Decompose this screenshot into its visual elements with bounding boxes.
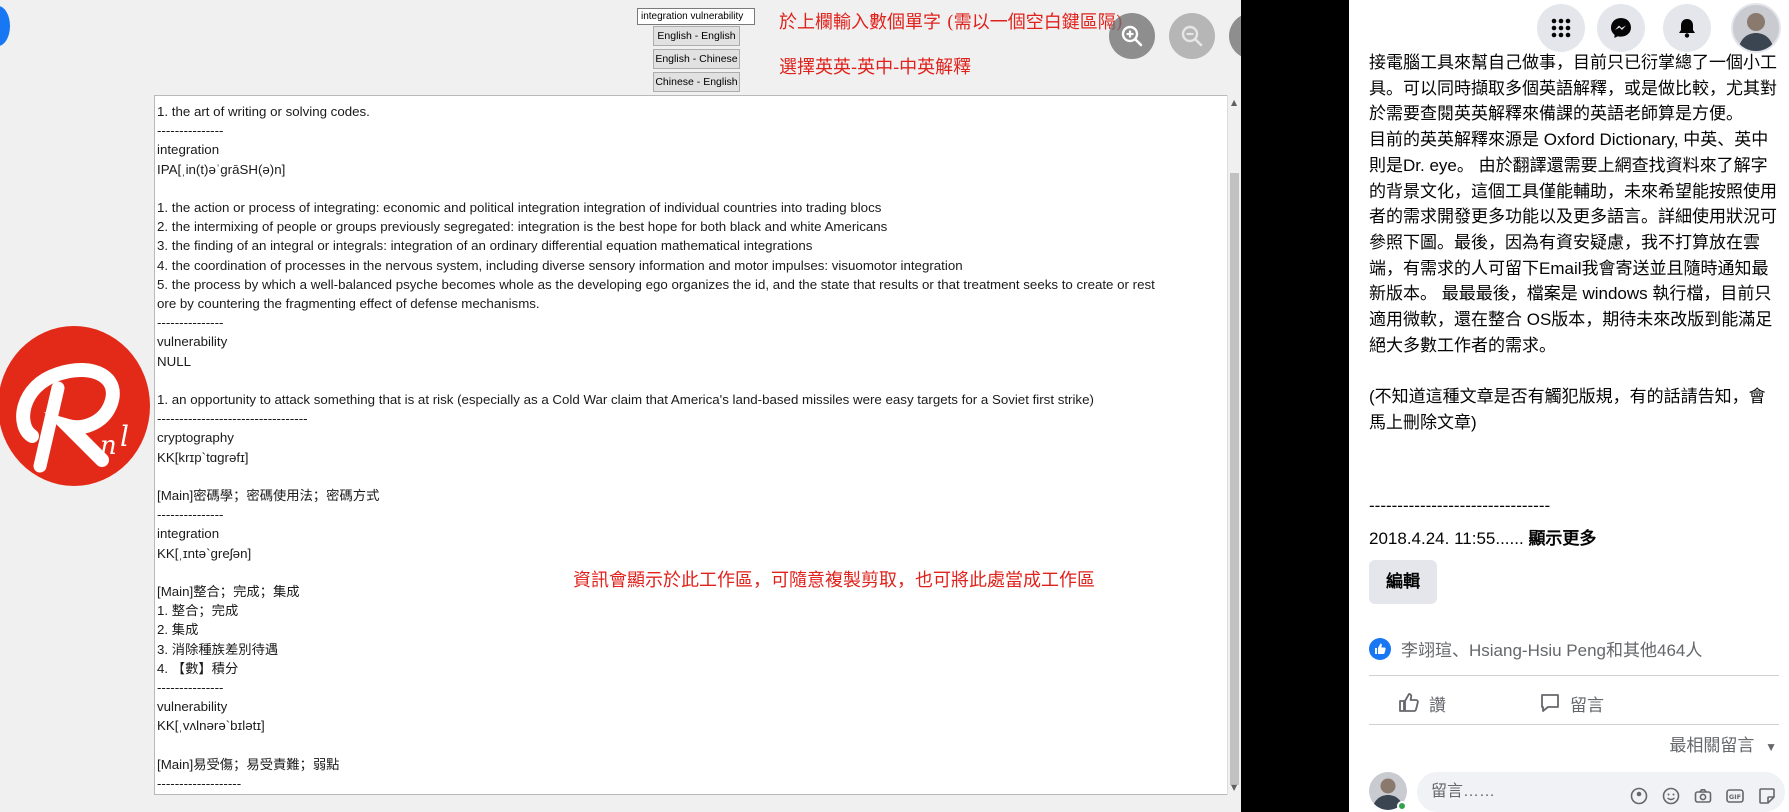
like-label: 讚 <box>1429 695 1446 715</box>
result-line: cryptography <box>157 430 234 446</box>
result-line: ------------------- <box>157 776 242 792</box>
result-line: IPA[ˌin(t)əˈɡrāSH(ə)n] <box>157 161 286 177</box>
result-line: 1. the action or process of integrating:… <box>157 200 882 215</box>
messenger-icon[interactable] <box>1597 4 1645 52</box>
result-line: [Main]易受傷；易受責難；弱點 <box>157 756 340 772</box>
result-line: 5. the process by which a well-balanced … <box>157 276 1155 292</box>
result-line: --------------- <box>157 507 224 523</box>
top-bar <box>1349 0 1789 54</box>
result-line: 4. 【數】積分 <box>157 660 239 676</box>
english-chinese-button: English - Chinese <box>653 49 740 69</box>
comment-placeholder: 留言…… <box>1431 783 1496 800</box>
likes-text: 李翊瑄、Hsiang-Hsiu Peng和其他464人 <box>1401 641 1703 660</box>
screenshot-image: integration vulnerability English - Engl… <box>0 0 1241 812</box>
result-line <box>157 179 1220 198</box>
post-date: 2018.4.24. 11:55...... 顯示更多 <box>1369 524 1596 549</box>
mode-instruction-note: 選擇英英-英中-中英解釋 <box>779 57 972 78</box>
input-instruction-note: 於上欄輸入數個單字 (需以一個空白鍵區隔) <box>779 12 1123 33</box>
post-paragraph-3: (不知道這種文章是否有觸犯版規，有的話請告知，會馬上刪除文章) <box>1369 387 1766 432</box>
notifications-bell-icon[interactable] <box>1663 4 1711 52</box>
photo-viewer: integration vulnerability English - Engl… <box>0 0 1241 812</box>
result-line <box>157 736 1220 755</box>
result-line <box>157 467 1220 486</box>
post-paragraph-2: 目前的英英解釋來源是 Oxford Dictionary, 中英、英中則是Dr.… <box>1369 130 1777 355</box>
zoom-out-icon[interactable] <box>1169 13 1215 59</box>
svg-text:l: l <box>120 420 129 453</box>
word-input: integration vulnerability <box>637 8 755 25</box>
result-line: ore by countering the fragmenting effect… <box>157 296 540 312</box>
profile-avatar[interactable] <box>1731 3 1781 53</box>
result-line: 1. the art of writing or solving codes. <box>157 104 370 119</box>
comment-button[interactable]: 留言 <box>1538 685 1604 721</box>
composer-icons: GIF <box>1629 782 1777 805</box>
result-line <box>157 371 1220 390</box>
online-status-dot <box>1397 801 1407 811</box>
english-english-button: English - English <box>653 26 740 46</box>
post-paragraph-1: 接電腦工具來幫自己做事，目前只已衍掌總了一個小工具。可以同時擷取多個英語解釋，或… <box>1369 53 1777 124</box>
rnl-logo: n l <box>0 326 150 486</box>
scroll-down-arrow-icon: ▼ <box>1231 783 1238 792</box>
result-line: NULL <box>157 353 191 369</box>
emoji-icon[interactable] <box>1661 782 1681 805</box>
divider-bottom <box>1369 724 1779 725</box>
result-lines: 1. the art of writing or solving codes. -… <box>157 102 1220 793</box>
result-line: [Main]密碼學；密碼使用法；密碼方式 <box>157 488 380 504</box>
result-line: 3. the finding of an integral or integra… <box>157 238 813 254</box>
result-line: vulnerability <box>157 699 228 715</box>
gif-icon[interactable]: GIF <box>1725 782 1745 803</box>
result-line: 3. 消除種族差別待遇 <box>157 641 279 657</box>
result-line: 1. 整合；完成 <box>157 603 239 619</box>
post-paragraph-blank <box>1369 358 1779 384</box>
workarea-instruction-note: 資訊會顯示於此工作區，可隨意複製剪取，也可將此處當成工作區 <box>573 566 1095 592</box>
caret-down-icon: ▼ <box>1765 740 1777 754</box>
result-workarea: 1. the art of writing or solving codes. -… <box>154 95 1241 795</box>
show-more-link[interactable]: 顯示更多 <box>1528 529 1596 548</box>
camera-icon[interactable] <box>1693 782 1713 803</box>
comment-sort-dropdown[interactable]: 最相關留言 ▼ <box>1669 731 1777 756</box>
blue-circle-fragment <box>0 6 10 46</box>
thumbs-up-icon <box>1399 693 1419 712</box>
result-line: integration <box>157 526 220 542</box>
post-date-text: 2018.4.24. 11:55...... <box>1369 529 1524 548</box>
reactions-summary[interactable]: 李翊瑄、Hsiang-Hsiu Peng和其他464人 <box>1369 636 1702 661</box>
result-line: --------------- <box>157 123 224 139</box>
result-line: vulnerability <box>157 334 228 350</box>
result-line: KK[krɪp`tɑɡrəfɪ] <box>157 449 249 465</box>
result-line: ---------------------------------- <box>157 411 308 427</box>
sticker-icon[interactable] <box>1757 782 1777 804</box>
svg-text:n: n <box>100 431 117 461</box>
result-line: KK[ˌɪntə`ɡreʃən] <box>157 545 252 561</box>
sort-label: 最相關留言 <box>1669 736 1755 755</box>
result-line: --------------- <box>157 315 224 331</box>
like-badge-icon <box>1369 637 1391 660</box>
result-line: 2. 集成 <box>157 622 199 638</box>
like-button[interactable]: 讚 <box>1397 685 1446 721</box>
post-text: 接電腦工具來幫自己做事，目前只已衍掌總了一個小工具。可以同時擷取多個英語解釋，或… <box>1369 50 1779 436</box>
divider-top <box>1369 675 1779 676</box>
scroll-up-arrow-icon: ▲ <box>1231 98 1238 107</box>
result-line: integration <box>157 142 220 158</box>
comment-input[interactable]: 留言…… GIF <box>1417 772 1785 812</box>
post-sidebar: 接電腦工具來幫自己做事，目前只已衍掌總了一個小工具。可以同時擷取多個英語解釋，或… <box>1349 0 1789 812</box>
menu-grid-icon[interactable] <box>1537 4 1585 52</box>
comment-bubble-icon <box>1541 694 1559 712</box>
result-line: KK[ˌvʌlnərə`bɪlətɪ] <box>157 718 265 734</box>
result-line: 2. the intermixing of people or groups p… <box>157 219 888 235</box>
result-line: --------------- <box>157 680 224 696</box>
svg-text:GIF: GIF <box>1729 793 1741 801</box>
comment-composer: 留言…… GIF <box>1369 772 1785 812</box>
result-line: 4. the coordination of processes in the … <box>157 257 963 273</box>
comment-label: 留言 <box>1570 695 1604 715</box>
edit-button[interactable]: 編輯 <box>1369 560 1437 604</box>
chinese-english-button: Chinese - English <box>653 72 740 92</box>
result-line: 1. an opportunity to attack something th… <box>157 392 1094 408</box>
post-divider-text: -------------------------------- <box>1369 496 1551 515</box>
scroll-thumb <box>1230 173 1239 785</box>
workarea-scrollbar: ▲ ▼ <box>1227 95 1241 795</box>
avatar-sticker-icon[interactable] <box>1629 782 1649 805</box>
zoom-in-icon[interactable] <box>1109 13 1155 59</box>
